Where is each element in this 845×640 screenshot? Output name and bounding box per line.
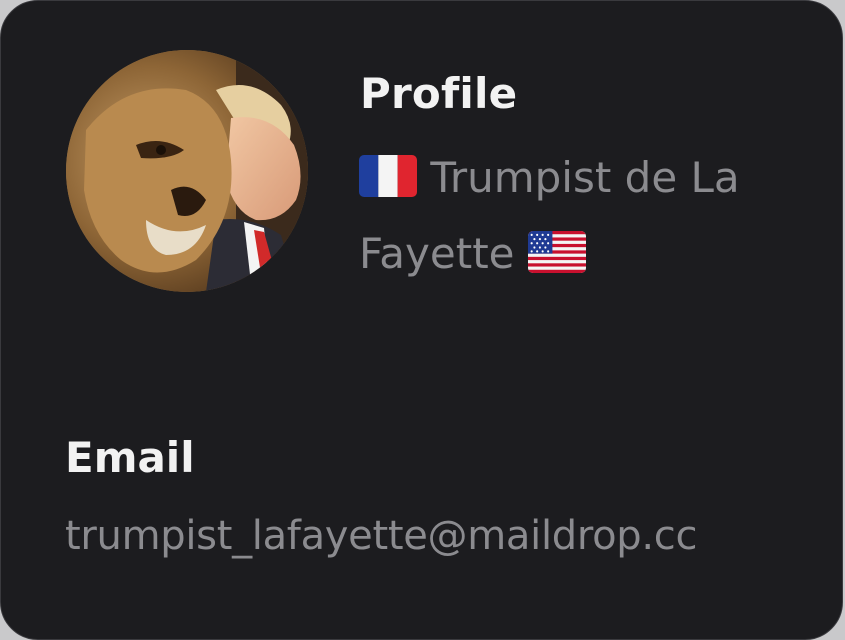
flag-usa-icon <box>527 231 586 273</box>
flag-france-icon <box>359 155 417 197</box>
avatar-watermark: 83 <box>108 275 125 290</box>
display-name-part2: Fayette <box>359 229 515 278</box>
profile-heading: Profile <box>360 69 518 118</box>
email-value[interactable]: trumpist_lafayette@maildrop.cc <box>65 509 697 563</box>
profile-card: 83 Profile Trumpist de La Fayette Email … <box>0 0 843 640</box>
display-name: Trumpist de La Fayette <box>359 140 819 292</box>
display-name-part1: Trumpist de La <box>430 153 740 202</box>
avatar[interactable]: 83 <box>66 50 308 292</box>
email-label: Email <box>65 433 195 482</box>
